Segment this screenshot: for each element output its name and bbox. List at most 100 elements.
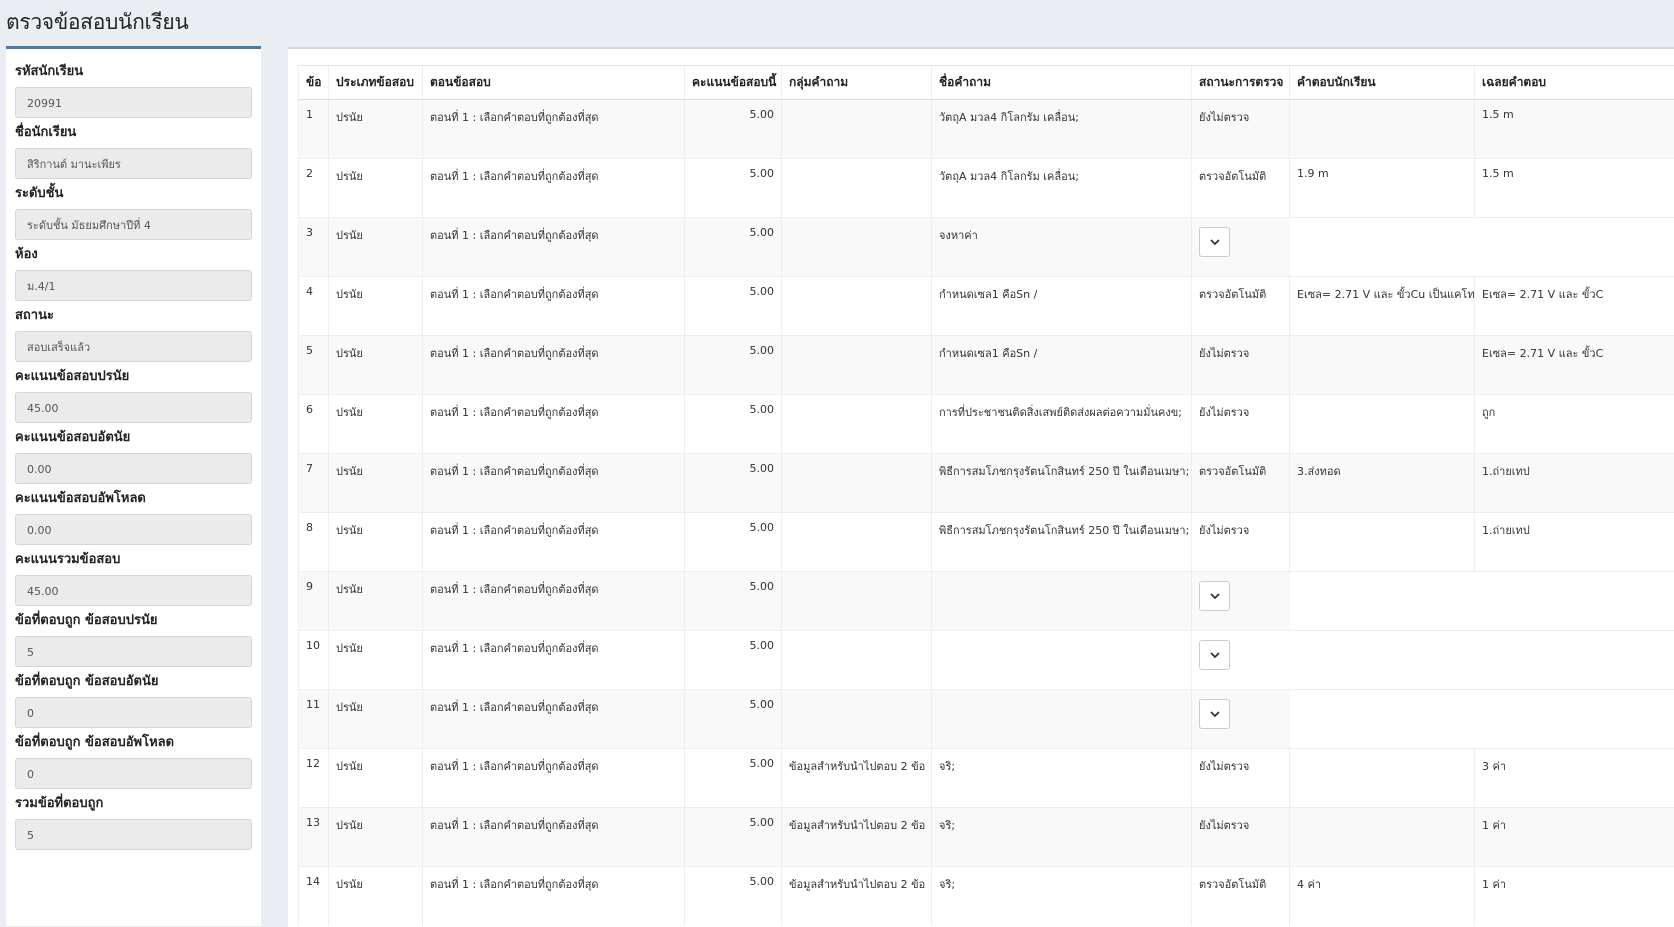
field-label: รวมข้อที่ตอบถูก bbox=[15, 793, 252, 815]
cell-question bbox=[932, 690, 1192, 749]
cell-key: ถูก bbox=[1475, 395, 1674, 454]
status-select[interactable] bbox=[1199, 640, 1230, 670]
cell-group bbox=[782, 454, 932, 513]
field-value-input[interactable]: 45.00 bbox=[15, 392, 252, 423]
student-field: คะแนนข้อสอบอัพโหลด 0.00 bbox=[15, 488, 252, 545]
field-value-input[interactable]: 0 bbox=[15, 697, 252, 728]
cell-no: 10 bbox=[299, 631, 329, 690]
field-label: ข้อที่ตอบถูก ข้อสอบอัตนัย bbox=[15, 671, 252, 693]
table-row[interactable]: 8ปรนัยตอนที่ 1 : เลือกคำตอบที่ถูกต้องที่… bbox=[299, 513, 1674, 572]
cell-section: ตอนที่ 1 : เลือกคำตอบที่ถูกต้องที่สุด bbox=[423, 690, 685, 749]
cell-no: 12 bbox=[299, 749, 329, 808]
field-value-input[interactable]: 0.00 bbox=[15, 514, 252, 545]
cell-status: ยังไม่ตรวจ bbox=[1192, 749, 1290, 808]
table-row[interactable]: 2ปรนัยตอนที่ 1 : เลือกคำตอบที่ถูกต้องที่… bbox=[299, 159, 1674, 218]
cell-section: ตอนที่ 1 : เลือกคำตอบที่ถูกต้องที่สุด bbox=[423, 513, 685, 572]
cell-status: ตรวจอัตโนมัติ bbox=[1192, 277, 1290, 336]
status-select[interactable] bbox=[1199, 227, 1230, 257]
cell-question: วัตถุA มวล4 กิโลกรัม เคลื่อน; bbox=[932, 100, 1192, 159]
field-value-input[interactable]: สิริกานต์ มานะเพียร bbox=[15, 148, 252, 179]
cell-group: ข้อมูลสำหรับนำไปตอบ 2 ข้อ bbox=[782, 749, 932, 808]
cell-section: ตอนที่ 1 : เลือกคำตอบที่ถูกต้องที่สุด bbox=[423, 100, 685, 159]
table-row[interactable]: 6ปรนัยตอนที่ 1 : เลือกคำตอบที่ถูกต้องที่… bbox=[299, 395, 1674, 454]
col-header-answer[interactable]: คำตอบนักเรียน bbox=[1290, 66, 1475, 100]
status-select[interactable] bbox=[1199, 581, 1230, 611]
field-label: คะแนนข้อสอบอัพโหลด bbox=[15, 488, 252, 510]
table-row[interactable]: 12ปรนัยตอนที่ 1 : เลือกคำตอบที่ถูกต้องที… bbox=[299, 749, 1674, 808]
table-row[interactable]: 7ปรนัยตอนที่ 1 : เลือกคำตอบที่ถูกต้องที่… bbox=[299, 454, 1674, 513]
col-header-key[interactable]: เฉลยคำตอบ bbox=[1475, 66, 1674, 100]
cell-answer bbox=[1290, 336, 1475, 395]
col-header-group[interactable]: กลุ่มคำถาม bbox=[782, 66, 932, 100]
table-row[interactable]: 10ปรนัยตอนที่ 1 : เลือกคำตอบที่ถูกต้องที… bbox=[299, 631, 1674, 690]
cell-answer bbox=[1290, 100, 1475, 159]
chevron-down-icon bbox=[1210, 239, 1220, 246]
cell-score: 5.00 bbox=[685, 336, 782, 395]
cell-group bbox=[782, 218, 932, 277]
cell-no: 14 bbox=[299, 867, 329, 926]
cell-question: จริ; bbox=[932, 808, 1192, 867]
field-label: คะแนนข้อสอบปรนัย bbox=[15, 366, 252, 388]
cell-section: ตอนที่ 1 : เลือกคำตอบที่ถูกต้องที่สุด bbox=[423, 631, 685, 690]
exam-results-panel: ข้อ ประเภทข้อสอบ ตอนข้อสอบ คะแนนข้อสอบนี… bbox=[288, 47, 1674, 927]
cell-question bbox=[932, 572, 1192, 631]
cell-score: 5.00 bbox=[685, 218, 782, 277]
cell-answer bbox=[1290, 513, 1475, 572]
cell-answer bbox=[1290, 690, 1475, 749]
col-header-section[interactable]: ตอนข้อสอบ bbox=[423, 66, 685, 100]
cell-section: ตอนที่ 1 : เลือกคำตอบที่ถูกต้องที่สุด bbox=[423, 572, 685, 631]
table-row[interactable]: 1ปรนัยตอนที่ 1 : เลือกคำตอบที่ถูกต้องที่… bbox=[299, 100, 1674, 159]
cell-section: ตอนที่ 1 : เลือกคำตอบที่ถูกต้องที่สุด bbox=[423, 454, 685, 513]
cell-score: 5.00 bbox=[685, 572, 782, 631]
field-value-input[interactable]: สอบเสร็จแล้ว bbox=[15, 331, 252, 362]
cell-no: 2 bbox=[299, 159, 329, 218]
cell-answer bbox=[1290, 808, 1475, 867]
cell-answer bbox=[1290, 572, 1475, 631]
table-row[interactable]: 3ปรนัยตอนที่ 1 : เลือกคำตอบที่ถูกต้องที่… bbox=[299, 218, 1674, 277]
table-header-row: ข้อ ประเภทข้อสอบ ตอนข้อสอบ คะแนนข้อสอบนี… bbox=[299, 66, 1674, 100]
cell-answer bbox=[1290, 631, 1475, 690]
table-row[interactable]: 11ปรนัยตอนที่ 1 : เลือกคำตอบที่ถูกต้องที… bbox=[299, 690, 1674, 749]
field-value-input[interactable]: 0 bbox=[15, 758, 252, 789]
field-value-input[interactable]: ม.4/1 bbox=[15, 270, 252, 301]
field-value-input[interactable]: 5 bbox=[15, 636, 252, 667]
cell-score: 5.00 bbox=[685, 513, 782, 572]
col-header-no[interactable]: ข้อ bbox=[299, 66, 329, 100]
col-header-status[interactable]: สถานะการตรวจ bbox=[1192, 66, 1290, 100]
cell-type: ปรนัย bbox=[329, 690, 423, 749]
table-row[interactable]: 13ปรนัยตอนที่ 1 : เลือกคำตอบที่ถูกต้องที… bbox=[299, 808, 1674, 867]
cell-key bbox=[1475, 631, 1674, 690]
table-row[interactable]: 5ปรนัยตอนที่ 1 : เลือกคำตอบที่ถูกต้องที่… bbox=[299, 336, 1674, 395]
cell-question: วัตถุA มวล4 กิโลกรัม เคลื่อน; bbox=[932, 159, 1192, 218]
table-row[interactable]: 4ปรนัยตอนที่ 1 : เลือกคำตอบที่ถูกต้องที่… bbox=[299, 277, 1674, 336]
field-value-input[interactable]: 45.00 bbox=[15, 575, 252, 606]
cell-type: ปรนัย bbox=[329, 395, 423, 454]
cell-question: จริ; bbox=[932, 867, 1192, 926]
cell-no: 3 bbox=[299, 218, 329, 277]
field-value-input[interactable]: 0.00 bbox=[15, 453, 252, 484]
student-field: ข้อที่ตอบถูก ข้อสอบอัตนัย 0 bbox=[15, 671, 252, 728]
col-header-type[interactable]: ประเภทข้อสอบ bbox=[329, 66, 423, 100]
table-row[interactable]: 9ปรนัยตอนที่ 1 : เลือกคำตอบที่ถูกต้องที่… bbox=[299, 572, 1674, 631]
table-row[interactable]: 14ปรนัยตอนที่ 1 : เลือกคำตอบที่ถูกต้องที… bbox=[299, 867, 1674, 926]
cell-no: 13 bbox=[299, 808, 329, 867]
cell-key: 1 ค่า bbox=[1475, 867, 1674, 926]
student-field: คะแนนข้อสอบปรนัย 45.00 bbox=[15, 366, 252, 423]
field-value-input[interactable]: ระดับชั้น มัธยมศึกษาปีที่ 4 bbox=[15, 209, 252, 240]
cell-answer: 1.9 m bbox=[1290, 159, 1475, 218]
field-value-input[interactable]: 5 bbox=[15, 819, 252, 850]
cell-key: 1.5 m bbox=[1475, 100, 1674, 159]
col-header-score[interactable]: คะแนนข้อสอบนี้ bbox=[685, 66, 782, 100]
cell-no: 4 bbox=[299, 277, 329, 336]
cell-score: 5.00 bbox=[685, 867, 782, 926]
field-label: ห้อง bbox=[15, 244, 252, 266]
cell-status: ยังไม่ตรวจ bbox=[1192, 513, 1290, 572]
cell-key bbox=[1475, 218, 1674, 277]
cell-status: ยังไม่ตรวจ bbox=[1192, 808, 1290, 867]
cell-status bbox=[1192, 690, 1290, 749]
col-header-question[interactable]: ชื่อคำถาม bbox=[932, 66, 1192, 100]
cell-section: ตอนที่ 1 : เลือกคำตอบที่ถูกต้องที่สุด bbox=[423, 395, 685, 454]
status-select[interactable] bbox=[1199, 699, 1230, 729]
field-value-input[interactable]: 20991 bbox=[15, 87, 252, 118]
student-field: รวมข้อที่ตอบถูก 5 bbox=[15, 793, 252, 850]
